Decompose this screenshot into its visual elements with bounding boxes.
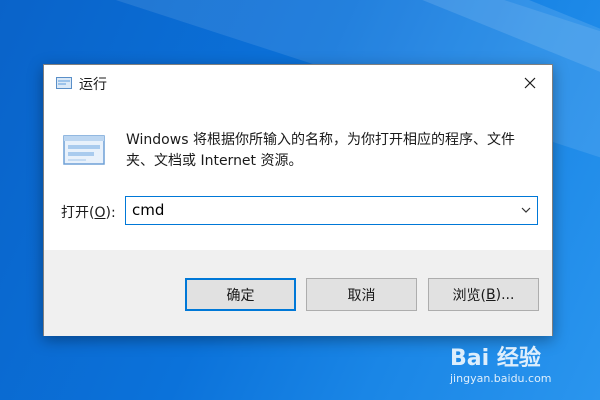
open-label-prefix: 打开( — [61, 205, 95, 221]
open-label: 打开(O): — [61, 202, 116, 222]
ok-button[interactable]: 确定 — [185, 278, 296, 311]
cancel-button[interactable]: 取消 — [306, 278, 417, 311]
description-text: Windows 将根据你所输入的名称，为你打开相应的程序、文件夹、文档或 Int… — [126, 132, 515, 169]
open-label-mnemonic: O — [94, 205, 106, 221]
browse-label-prefix: 浏览( — [452, 287, 487, 304]
button-bar: 确定 取消 浏览(B)... — [44, 250, 552, 336]
run-app-icon — [63, 135, 105, 165]
baidu-jingyan-watermark: Bai 经验 jingyan.baidu.com — [446, 340, 586, 390]
title-bar[interactable]: 运行 — [44, 65, 552, 101]
watermark-url: jingyan.baidu.com — [450, 372, 552, 385]
open-label-suffix: ): — [105, 205, 116, 221]
browse-label-mnemonic: B — [486, 286, 496, 303]
watermark-logo: Bai 经验 — [450, 346, 541, 371]
close-icon — [524, 77, 536, 89]
command-combobox[interactable]: cmd — [125, 196, 538, 225]
close-button[interactable] — [508, 65, 552, 101]
command-input[interactable]: cmd — [132, 201, 164, 219]
run-icon — [56, 77, 72, 89]
chevron-down-icon[interactable] — [521, 206, 531, 214]
window-title: 运行 — [79, 77, 107, 93]
run-dialog: 运行 Windows 将根据你所输入的名称，为你打开相应的程序、文件夹、文档或 … — [43, 64, 553, 336]
browse-button[interactable]: 浏览(B)... — [428, 278, 539, 311]
browse-label-suffix: )... — [495, 286, 515, 303]
